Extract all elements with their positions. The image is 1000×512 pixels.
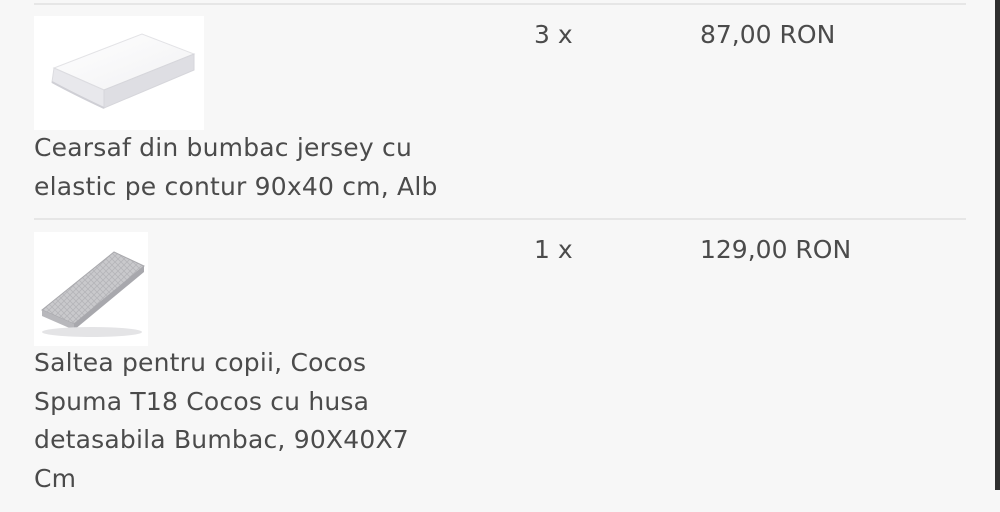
sheet-icon <box>51 33 196 109</box>
cart-items-list: Cearsaf din bumbac jersey cu elastic pe … <box>0 0 1000 512</box>
product-name-line: Saltea pentru copii, Cocos <box>34 348 367 377</box>
product-name-line: detasabila Bumbac, 90X40X7 <box>34 425 409 454</box>
product-name[interactable]: Saltea pentru copii, Cocos Spuma T18 Coc… <box>34 344 409 498</box>
quantity-value: 3 x <box>534 20 573 49</box>
price-value: 129,00 RON <box>700 235 852 264</box>
product-name-line: Cm <box>34 463 77 493</box>
sheet-product-image[interactable] <box>34 16 204 130</box>
product-name[interactable]: Cearsaf din bumbac jersey cu elastic pe … <box>34 129 438 206</box>
quantity-value: 1 x <box>534 235 573 264</box>
mattress-product-image[interactable] <box>34 232 148 346</box>
mattress-icon <box>41 251 145 337</box>
product-name-line: Cearsaf din bumbac jersey cu <box>34 133 413 162</box>
cart-item-row: Saltea pentru copii, Cocos Spuma T18 Coc… <box>34 220 966 512</box>
cart-item-row: Cearsaf din bumbac jersey cu elastic pe … <box>34 5 966 217</box>
price-value: 87,00 RON <box>700 20 836 49</box>
product-name-line: elastic pe contur 90x40 cm, Alb <box>34 171 438 201</box>
scrollbar[interactable] <box>995 0 1000 490</box>
product-name-line: Spuma T18 Cocos cu husa <box>34 386 370 416</box>
